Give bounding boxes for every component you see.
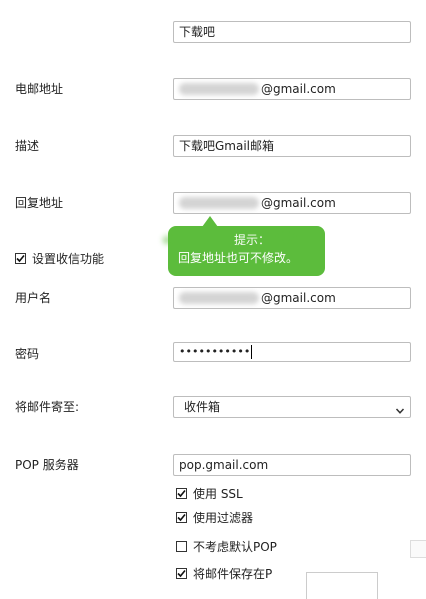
- use-ssl-label: 使用 SSL: [193, 487, 243, 501]
- text-caret: [251, 345, 253, 359]
- reply-address-label: 回复地址: [15, 196, 64, 210]
- account-name-input[interactable]: 下载吧: [173, 21, 411, 43]
- pop-server-input[interactable]: pop.gmail.com: [173, 454, 411, 476]
- password-input[interactable]: •••••••••••: [173, 342, 411, 362]
- cropped-field-edge: [410, 540, 426, 558]
- receive-settings-label: 设置收信功能: [32, 252, 105, 266]
- reply-address-input[interactable]: @gmail.com: [173, 192, 411, 214]
- reply-address-domain: @gmail.com: [261, 196, 336, 210]
- email-address-domain: @gmail.com: [261, 82, 336, 96]
- deliver-to-value: 收件箱: [184, 400, 221, 414]
- cropped-overlay: [285, 560, 426, 599]
- description-input[interactable]: 下载吧Gmail邮箱: [173, 135, 411, 157]
- checkbox-empty-icon: [176, 541, 187, 552]
- ignore-default-pop-label: 不考虑默认POP: [193, 540, 277, 554]
- username-input[interactable]: @gmail.com: [173, 287, 411, 309]
- account-name-value: 下载吧: [179, 25, 216, 39]
- username-label: 用户名: [15, 291, 52, 305]
- save-mail-label: 将邮件保存在P: [193, 567, 273, 581]
- email-address-input[interactable]: @gmail.com: [173, 78, 411, 100]
- email-address-label: 电邮地址: [15, 82, 64, 96]
- pop-server-label: POP 服务器: [15, 458, 79, 472]
- description-value: 下载吧Gmail邮箱: [179, 139, 275, 153]
- username-domain: @gmail.com: [261, 291, 336, 305]
- tooltip-smudge: [163, 236, 171, 244]
- redacted-email-user: [179, 83, 259, 95]
- cropped-field-edge: [306, 572, 378, 599]
- receive-settings-checkbox[interactable]: 设置收信功能: [15, 250, 104, 267]
- password-value: •••••••••••: [179, 345, 251, 358]
- password-label: 密码: [15, 347, 40, 361]
- check-icon: [176, 568, 187, 579]
- use-filter-checkbox[interactable]: 使用过滤器: [176, 509, 253, 526]
- deliver-to-select[interactable]: 收件箱: [173, 396, 411, 418]
- tooltip-message: 回复地址也可不修改。: [178, 251, 299, 265]
- check-icon: [176, 488, 187, 499]
- check-icon: [15, 253, 26, 264]
- description-label: 描述: [15, 139, 40, 153]
- chevron-down-icon: [395, 402, 405, 414]
- save-mail-checkbox[interactable]: 将邮件保存在P: [176, 565, 272, 582]
- pop-server-value: pop.gmail.com: [179, 458, 269, 472]
- tooltip-smudge: [280, 231, 292, 241]
- redacted-reply-user: [179, 197, 259, 209]
- tooltip-title: 提示：: [234, 233, 271, 247]
- account-settings-form: 下载吧 电邮地址 @gmail.com 描述 下载吧Gmail邮箱 回复地址 @…: [0, 0, 426, 599]
- deliver-to-label: 将邮件寄至:: [15, 400, 80, 414]
- cropped-overlay: [280, 530, 426, 570]
- tooltip: 提示： 回复地址也可不修改。: [168, 226, 325, 276]
- use-ssl-checkbox[interactable]: 使用 SSL: [176, 485, 243, 502]
- check-icon: [176, 512, 187, 523]
- ignore-default-pop-checkbox[interactable]: 不考虑默认POP: [176, 538, 277, 555]
- redacted-username: [179, 292, 259, 304]
- use-filter-label: 使用过滤器: [193, 511, 254, 525]
